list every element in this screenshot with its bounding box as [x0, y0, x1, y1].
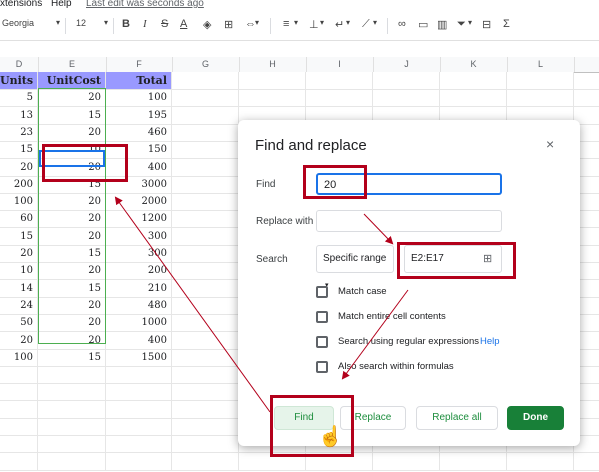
- arrow-range-to-find: [341, 289, 409, 380]
- arrow-to-match: [114, 196, 271, 413]
- annotation-arrows: [114, 196, 409, 413]
- arrow-find-to-range: [363, 213, 394, 245]
- hand-cursor-icon: ☝: [318, 426, 343, 448]
